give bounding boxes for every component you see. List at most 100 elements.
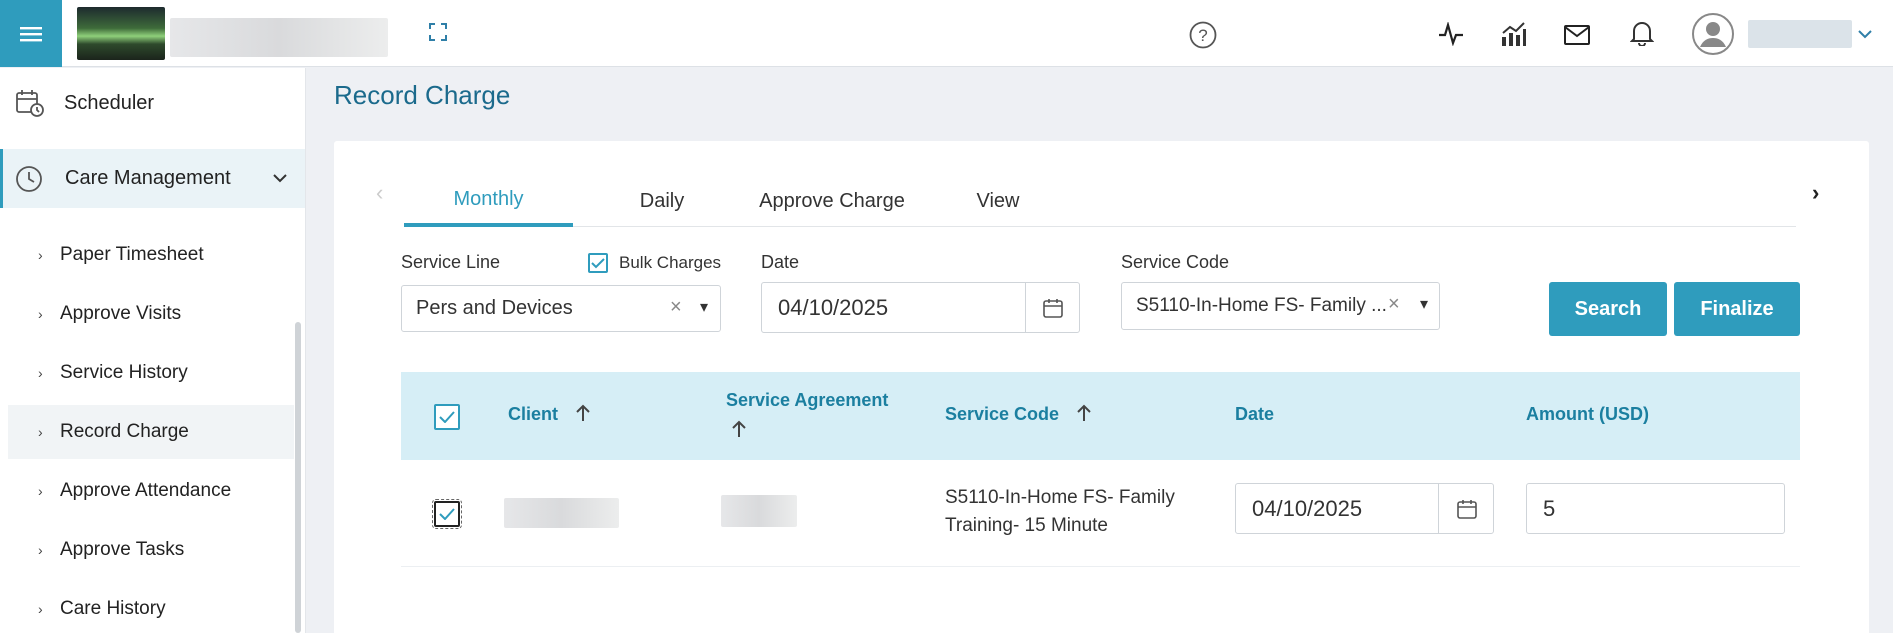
finalize-button[interactable]: Finalize xyxy=(1674,282,1800,336)
date-value: 04/10/2025 xyxy=(778,294,889,320)
service-code-label: Service Code xyxy=(1121,252,1230,272)
sidebar-item-scheduler[interactable]: Scheduler xyxy=(0,68,305,138)
sidebar-subitem-care-history[interactable]: › Care History xyxy=(8,582,294,633)
chevron-right-icon: › xyxy=(38,601,43,617)
sidebar-subitem-label: Service History xyxy=(60,362,188,383)
date-input[interactable]: 04/10/2025 xyxy=(761,282,1080,333)
tab-scroll-right-icon[interactable]: › xyxy=(1812,180,1819,206)
dropdown-arrow-icon[interactable]: ▾ xyxy=(1420,294,1428,314)
tab-bar: Monthly Daily Approve Charge View xyxy=(404,176,1796,227)
column-header-service-agreement[interactable]: Service Agreement xyxy=(726,390,889,437)
company-logo xyxy=(77,7,165,60)
calendar-icon xyxy=(1043,298,1063,318)
sidebar-subitem-approve-visits[interactable]: › Approve Visits xyxy=(8,287,294,341)
username-redacted xyxy=(1748,20,1852,48)
clear-icon[interactable]: × xyxy=(670,296,682,319)
table-header: Client Service Agreement Service Code Da… xyxy=(401,372,1800,460)
chevron-right-icon: › xyxy=(38,542,43,558)
menu-button[interactable] xyxy=(0,0,62,67)
sidebar-subitem-approve-tasks[interactable]: › Approve Tasks xyxy=(8,523,294,577)
sidebar-subitem-label: Approve Tasks xyxy=(60,539,185,560)
calendar-clock-icon xyxy=(16,90,44,117)
table-row: S5110-In-Home FS- Family Training- 15 Mi… xyxy=(401,460,1800,567)
fullscreen-icon xyxy=(429,23,447,41)
calendar-icon xyxy=(1456,499,1477,519)
sort-ascending-icon[interactable] xyxy=(731,420,747,438)
chevron-down-icon xyxy=(1858,29,1872,38)
column-header-label: Client xyxy=(508,404,559,424)
tab-approve-charge[interactable]: Approve Charge xyxy=(744,176,920,227)
dropdown-arrow-icon[interactable]: ▾ xyxy=(700,297,708,317)
tab-daily[interactable]: Daily xyxy=(611,176,713,227)
bulk-charges-checkbox[interactable] xyxy=(588,253,608,273)
chevron-right-icon: › xyxy=(38,365,43,381)
service-code-value: S5110-In-Home FS- Family ... xyxy=(1136,295,1386,316)
row-amount-value: 5 xyxy=(1543,495,1556,521)
activity-button[interactable] xyxy=(1436,19,1466,49)
column-header-label: Service Agreement xyxy=(726,390,889,410)
sidebar-subitem-paper-timesheet[interactable]: › Paper Timesheet xyxy=(8,228,294,282)
sidebar-item-care-management[interactable]: Care Management xyxy=(0,149,305,208)
bulk-charges-label: Bulk Charges xyxy=(619,253,722,272)
fullscreen-button[interactable] xyxy=(424,18,452,46)
column-header-client[interactable]: Client xyxy=(508,404,591,425)
sidebar-subitem-service-history[interactable]: › Service History xyxy=(8,346,294,400)
mail-icon xyxy=(1564,25,1590,45)
row-date-picker-button[interactable] xyxy=(1438,484,1494,533)
service-code-select[interactable]: S5110-In-Home FS- Family ... × ▾ xyxy=(1121,282,1440,330)
checkmark-icon xyxy=(439,411,455,423)
service-line-select[interactable]: Pers and Devices × ▾ xyxy=(401,285,721,332)
date-picker-button[interactable] xyxy=(1025,283,1080,332)
menu-icon xyxy=(20,26,42,41)
chevron-right-icon: › xyxy=(38,247,43,263)
sidebar-scrollbar[interactable] xyxy=(295,322,301,633)
sidebar-subitem-record-charge[interactable]: › Record Charge xyxy=(8,405,294,459)
mail-button[interactable] xyxy=(1562,21,1592,49)
analytics-button[interactable] xyxy=(1498,19,1528,49)
row-select-checkbox[interactable] xyxy=(432,499,462,529)
chevron-right-icon: › xyxy=(38,306,43,322)
service-code-line-2: Training- 15 Minute xyxy=(945,515,1108,536)
service-code-cell: S5110-In-Home FS- Family Training- 15 Mi… xyxy=(945,484,1175,540)
checkmark-icon xyxy=(439,508,455,520)
sidebar-subitem-label: Approve Attendance xyxy=(60,480,232,501)
bell-icon xyxy=(1630,22,1654,46)
sort-ascending-icon[interactable] xyxy=(1076,404,1092,422)
row-amount-input[interactable]: 5 xyxy=(1526,483,1785,534)
sidebar-subitem-approve-attendance[interactable]: › Approve Attendance xyxy=(8,464,294,518)
top-bar: ? xyxy=(0,0,1893,67)
sidebar-item-label: Care Management xyxy=(65,167,231,189)
user-menu-chevron[interactable] xyxy=(1856,26,1874,42)
chevron-down-icon xyxy=(273,174,287,183)
sort-ascending-icon[interactable] xyxy=(575,404,591,422)
checkmark-icon xyxy=(591,257,605,268)
chevron-right-icon: › xyxy=(38,483,43,499)
service-agreement-redacted xyxy=(721,495,797,527)
search-button[interactable]: Search xyxy=(1549,282,1667,336)
activity-icon xyxy=(1439,22,1463,46)
column-header-amount: Amount (USD) xyxy=(1526,404,1649,424)
row-date-input[interactable]: 04/10/2025 xyxy=(1235,483,1494,534)
clock-icon xyxy=(16,165,42,192)
notifications-button[interactable] xyxy=(1627,18,1657,48)
tab-scroll-left-icon[interactable]: ‹ xyxy=(376,180,383,206)
avatar-icon xyxy=(1692,13,1734,55)
column-header-service-code[interactable]: Service Code xyxy=(945,404,1092,425)
tab-view[interactable]: View xyxy=(960,176,1036,227)
column-header-label: Service Code xyxy=(945,404,1060,424)
clear-icon[interactable]: × xyxy=(1388,293,1400,316)
service-line-label: Service Line xyxy=(401,252,501,272)
help-button[interactable]: ? xyxy=(1189,21,1217,49)
chevron-right-icon: › xyxy=(38,424,43,440)
row-date-value: 04/10/2025 xyxy=(1252,495,1363,521)
service-line-value: Pers and Devices xyxy=(416,297,573,319)
select-all-checkbox[interactable] xyxy=(434,404,460,430)
sidebar-subitem-label: Paper Timesheet xyxy=(60,244,204,265)
user-menu-button[interactable] xyxy=(1692,13,1854,55)
sidebar-item-label: Scheduler xyxy=(64,91,155,114)
analytics-icon xyxy=(1502,22,1526,46)
sidebar-subitem-label: Approve Visits xyxy=(60,303,182,324)
tab-monthly[interactable]: Monthly xyxy=(404,176,573,227)
service-code-line-1: S5110-In-Home FS- Family xyxy=(945,487,1175,508)
sidebar-subitem-label: Care History xyxy=(60,598,166,619)
